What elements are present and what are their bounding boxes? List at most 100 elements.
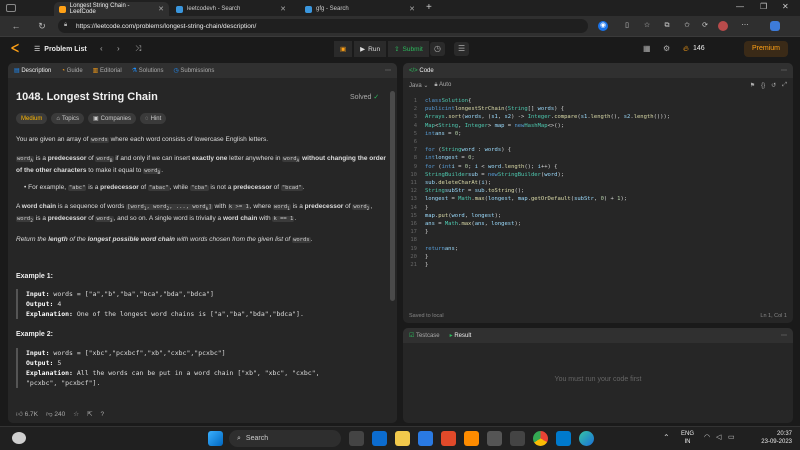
back-icon[interactable]: ← — [10, 20, 22, 32]
code-panel: </> Code ⋯ Java ⌄ 🔒︎ Auto ⚑ {} ↺ ⤢ 1 clas… — [403, 63, 793, 323]
split-screen-icon[interactable]: ▯ — [622, 21, 632, 31]
tab-testcase[interactable]: ☑ Testcase — [409, 332, 440, 339]
input-language[interactable]: ENG IN — [681, 430, 694, 446]
tab-solutions[interactable]: ⚗ Solutions — [132, 67, 164, 74]
minimize-icon[interactable]: — — [736, 2, 744, 11]
app-icon-5[interactable] — [510, 431, 525, 446]
app-icon-4[interactable] — [487, 431, 502, 446]
description-scrollbar[interactable] — [390, 91, 395, 301]
close-tab-icon[interactable]: ✕ — [409, 5, 415, 13]
wifi-icon[interactable]: ◠ — [704, 433, 710, 441]
new-tab-icon[interactable]: + — [426, 2, 432, 13]
check-circle-icon: ✓ — [373, 94, 380, 101]
edge-icon[interactable] — [579, 431, 594, 446]
vscode-icon[interactable] — [556, 431, 571, 446]
notes-icon[interactable]: ☰ — [454, 42, 470, 56]
collections-icon[interactable]: ⧉ — [662, 21, 672, 31]
code-panel-more-icon[interactable]: ⋯ — [781, 67, 793, 74]
like-button[interactable]: 👍︎ 6.7K — [16, 410, 38, 418]
difficulty-chip[interactable]: Medium — [16, 113, 48, 124]
file-explorer-icon[interactable] — [395, 431, 410, 446]
more-icon[interactable]: ⋯ — [740, 21, 750, 31]
tab-guide[interactable]: ◔ Guide — [61, 68, 82, 74]
cursor-position: Ln 1, Col 1 — [760, 313, 787, 319]
favorites-bar-icon[interactable]: ✩ — [682, 21, 692, 31]
vlc-icon[interactable] — [464, 431, 479, 446]
share-icon[interactable]: ⇱ — [87, 410, 92, 418]
maximize-icon[interactable]: ❐ — [760, 2, 767, 11]
layout-icon[interactable]: ▦ — [643, 42, 651, 56]
tab-submissions[interactable]: ◷ Submissions — [173, 67, 214, 74]
prev-problem-icon[interactable]: ‹ — [100, 42, 103, 56]
browser-tab-leetcode[interactable]: Longest String Chain - LeetCode ✕ — [54, 2, 169, 16]
star-icon[interactable]: ☆ — [73, 410, 79, 418]
test-panel-more-icon[interactable]: ⋯ — [781, 332, 793, 339]
streak-count[interactable]: 146 — [693, 42, 705, 56]
weather-widget-icon[interactable] — [12, 432, 26, 444]
description-panel: ▤ Description ◔ Guide ▥ Editorial ⚗ Solu… — [8, 63, 397, 423]
sync-icon[interactable]: ⟳ — [700, 21, 710, 31]
refresh-icon[interactable]: ↻ — [36, 20, 48, 32]
url-field[interactable]: 🔒︎ https://leetcode.com/problems/longest… — [58, 19, 588, 33]
solutions-icon: ⚗ — [131, 68, 138, 74]
braces-icon[interactable]: {} — [761, 83, 765, 89]
language-select[interactable]: Java ⌄ — [409, 82, 428, 89]
chevron-up-icon[interactable]: ⌃ — [663, 433, 670, 442]
settings-icon[interactable]: ⚙ — [663, 42, 670, 56]
fullscreen-icon[interactable]: ⤢ — [782, 82, 793, 89]
code-icon: </> — [409, 67, 418, 74]
close-tab-icon[interactable]: ✕ — [158, 5, 164, 13]
bookmark-icon[interactable]: ⚑ — [750, 82, 755, 89]
search-favicon-icon — [176, 5, 183, 13]
timer-icon[interactable]: ◷ — [430, 42, 445, 56]
companies-chip[interactable]: ▣ Companies — [87, 113, 137, 124]
leetcode-logo-icon[interactable]: ᐸ — [11, 43, 22, 55]
lock-icon: ▣ — [92, 116, 99, 122]
copilot-icon[interactable] — [770, 21, 780, 31]
streak-icon[interactable]: 🔥︎ — [683, 42, 689, 56]
browser-tab-search-1[interactable]: leetcodevh - Search ✕ — [171, 2, 291, 16]
extension-icon[interactable]: ◉ — [598, 21, 608, 31]
start-icon[interactable] — [208, 431, 223, 446]
dislike-button[interactable]: 👎︎ 240 — [46, 410, 65, 418]
widgets-icon[interactable] — [349, 431, 364, 446]
close-window-icon[interactable]: ✕ — [782, 2, 789, 11]
app-icon-1[interactable] — [372, 431, 387, 446]
example-2-box: Input: words = ["xbc","pcxbcf","xb","cxb… — [16, 348, 386, 388]
topics-chip[interactable]: ⌂ Topics — [51, 113, 84, 124]
chrome-icon[interactable] — [533, 431, 548, 446]
browser-tab-search-2[interactable]: gfg - Search ✕ — [300, 2, 420, 16]
tab-code[interactable]: </> Code — [409, 68, 434, 74]
leetcode-favicon-icon — [59, 5, 66, 13]
submit-button[interactable]: ⇪ Submit — [388, 41, 429, 57]
tab-description[interactable]: ▤ Description — [14, 67, 51, 74]
app-icon-2[interactable] — [418, 431, 433, 446]
next-problem-icon[interactable]: › — [117, 42, 120, 56]
code-editor[interactable]: 1 class Solution { 2 public int longestSt… — [403, 97, 793, 297]
autocomplete-toggle[interactable]: 🔒︎ Auto — [434, 82, 451, 89]
battery-icon[interactable]: ▭ — [728, 433, 735, 441]
play-icon: ▶ — [360, 46, 366, 53]
help-icon[interactable]: ? — [101, 411, 105, 418]
profile-avatar[interactable] — [718, 21, 728, 31]
favorites-icon[interactable]: ☆ — [642, 21, 652, 31]
premium-button[interactable]: Premium — [744, 41, 788, 57]
panel-more-icon[interactable]: ⋯ — [385, 67, 397, 74]
debug-button[interactable]: ▣ — [334, 41, 353, 57]
taskbar-search[interactable]: ⌕ Search — [229, 430, 341, 447]
clock[interactable]: 20:37 23-09-2023 — [744, 430, 792, 446]
tab-editorial[interactable]: ▥ Editorial — [93, 67, 122, 74]
tab-actions-icon[interactable] — [6, 4, 16, 12]
close-tab-icon[interactable]: ✕ — [280, 5, 286, 13]
hint-chip[interactable]: ◌ Hint — [140, 113, 167, 124]
problem-list-button[interactable]: ☰ Problem List — [34, 42, 87, 56]
run-button[interactable]: ▶ Run — [354, 41, 387, 57]
url-text: https://leetcode.com/problems/longest-st… — [76, 22, 257, 30]
app-icon-3[interactable] — [441, 431, 456, 446]
upload-icon: ⇪ — [394, 46, 400, 53]
bulb-icon: ◌ — [145, 115, 149, 122]
volume-icon[interactable]: ◁ — [716, 433, 721, 441]
reset-icon[interactable]: ↺ — [771, 82, 776, 89]
shuffle-icon[interactable]: ⤨ — [135, 42, 141, 56]
tab-result[interactable]: ▸ Result — [450, 332, 472, 339]
